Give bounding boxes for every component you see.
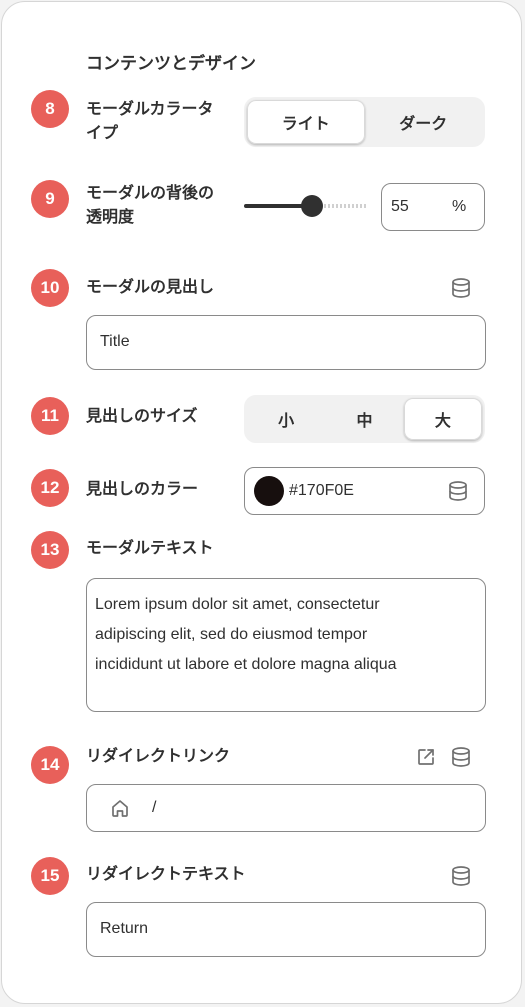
- database-icon[interactable]: [448, 480, 468, 502]
- option-large[interactable]: 大: [403, 398, 482, 440]
- modal-heading-input[interactable]: Title: [86, 315, 486, 370]
- slider-thumb[interactable]: [301, 195, 323, 217]
- heading-color-label: 見出しのカラー: [86, 481, 199, 498]
- modal-heading-label: モーダルの見出し: [86, 279, 215, 296]
- database-icon[interactable]: [451, 746, 471, 768]
- redirect-link-label: リダイレクトリンク: [86, 748, 231, 765]
- heading-color-input[interactable]: #170F0E: [244, 467, 485, 515]
- redirect-text-input[interactable]: Return: [86, 902, 486, 957]
- option-light[interactable]: ライト: [247, 100, 365, 144]
- database-icon[interactable]: [451, 277, 471, 299]
- modal-color-type-segmented: ライト ダーク: [244, 97, 485, 147]
- text-line: adipiscing elit, sed do eiusmod tempor: [95, 626, 368, 643]
- color-swatch[interactable]: [254, 476, 284, 506]
- modal-heading-value: Title: [100, 333, 130, 350]
- heading-size-segmented: 小 中 大: [244, 395, 485, 443]
- redirect-text-label: リダイレクトテキスト: [86, 866, 246, 883]
- settings-panel: コンテンツとデザイン 8 モーダルカラータ イプ ライト ダーク 9 モーダルの…: [1, 1, 522, 1004]
- option-medium[interactable]: 中: [325, 398, 403, 440]
- option-dark[interactable]: ダーク: [365, 100, 483, 144]
- step-badge-15: 15: [31, 857, 69, 895]
- option-small[interactable]: 小: [247, 398, 325, 440]
- step-badge-14: 14: [31, 746, 69, 784]
- label-line: モーダルの背後の: [86, 185, 215, 202]
- text-line: incididunt ut labore et dolore magna ali…: [95, 656, 397, 673]
- step-badge-9: 9: [31, 180, 69, 218]
- redirect-link-input[interactable]: /: [86, 784, 486, 832]
- opacity-slider[interactable]: [244, 194, 372, 218]
- step-badge-12: 12: [31, 469, 69, 507]
- backdrop-opacity-label: モーダルの背後の 透明度: [86, 182, 214, 230]
- step-badge-11: 11: [31, 397, 69, 435]
- text-line: Lorem ipsum dolor sit amet, consectetur: [95, 596, 380, 613]
- database-icon[interactable]: [451, 865, 471, 887]
- modal-text-content: Lorem ipsum dolor sit amet, consectetur …: [95, 590, 397, 680]
- modal-text-textarea[interactable]: Lorem ipsum dolor sit amet, consectetur …: [86, 578, 486, 712]
- label-line: 透明度: [86, 209, 135, 226]
- external-link-icon[interactable]: [416, 747, 436, 767]
- redirect-text-value: Return: [100, 920, 149, 937]
- home-icon: [112, 800, 128, 817]
- label-line: イプ: [86, 125, 119, 142]
- step-badge-8: 8: [31, 90, 69, 128]
- label-line: モーダルカラータ: [86, 101, 214, 118]
- heading-size-label: 見出しのサイズ: [86, 408, 198, 425]
- modal-text-label: モーダルテキスト: [86, 540, 214, 557]
- step-badge-10: 10: [31, 269, 69, 307]
- redirect-link-value: /: [152, 799, 157, 816]
- section-title: コンテンツとデザイン: [86, 54, 256, 73]
- opacity-value: 55: [391, 198, 409, 215]
- opacity-input[interactable]: 55 %: [381, 183, 485, 231]
- heading-color-value: #170F0E: [289, 482, 354, 499]
- opacity-unit: %: [452, 198, 467, 215]
- modal-color-type-label: モーダルカラータ イプ: [86, 98, 214, 146]
- step-badge-13: 13: [31, 531, 69, 569]
